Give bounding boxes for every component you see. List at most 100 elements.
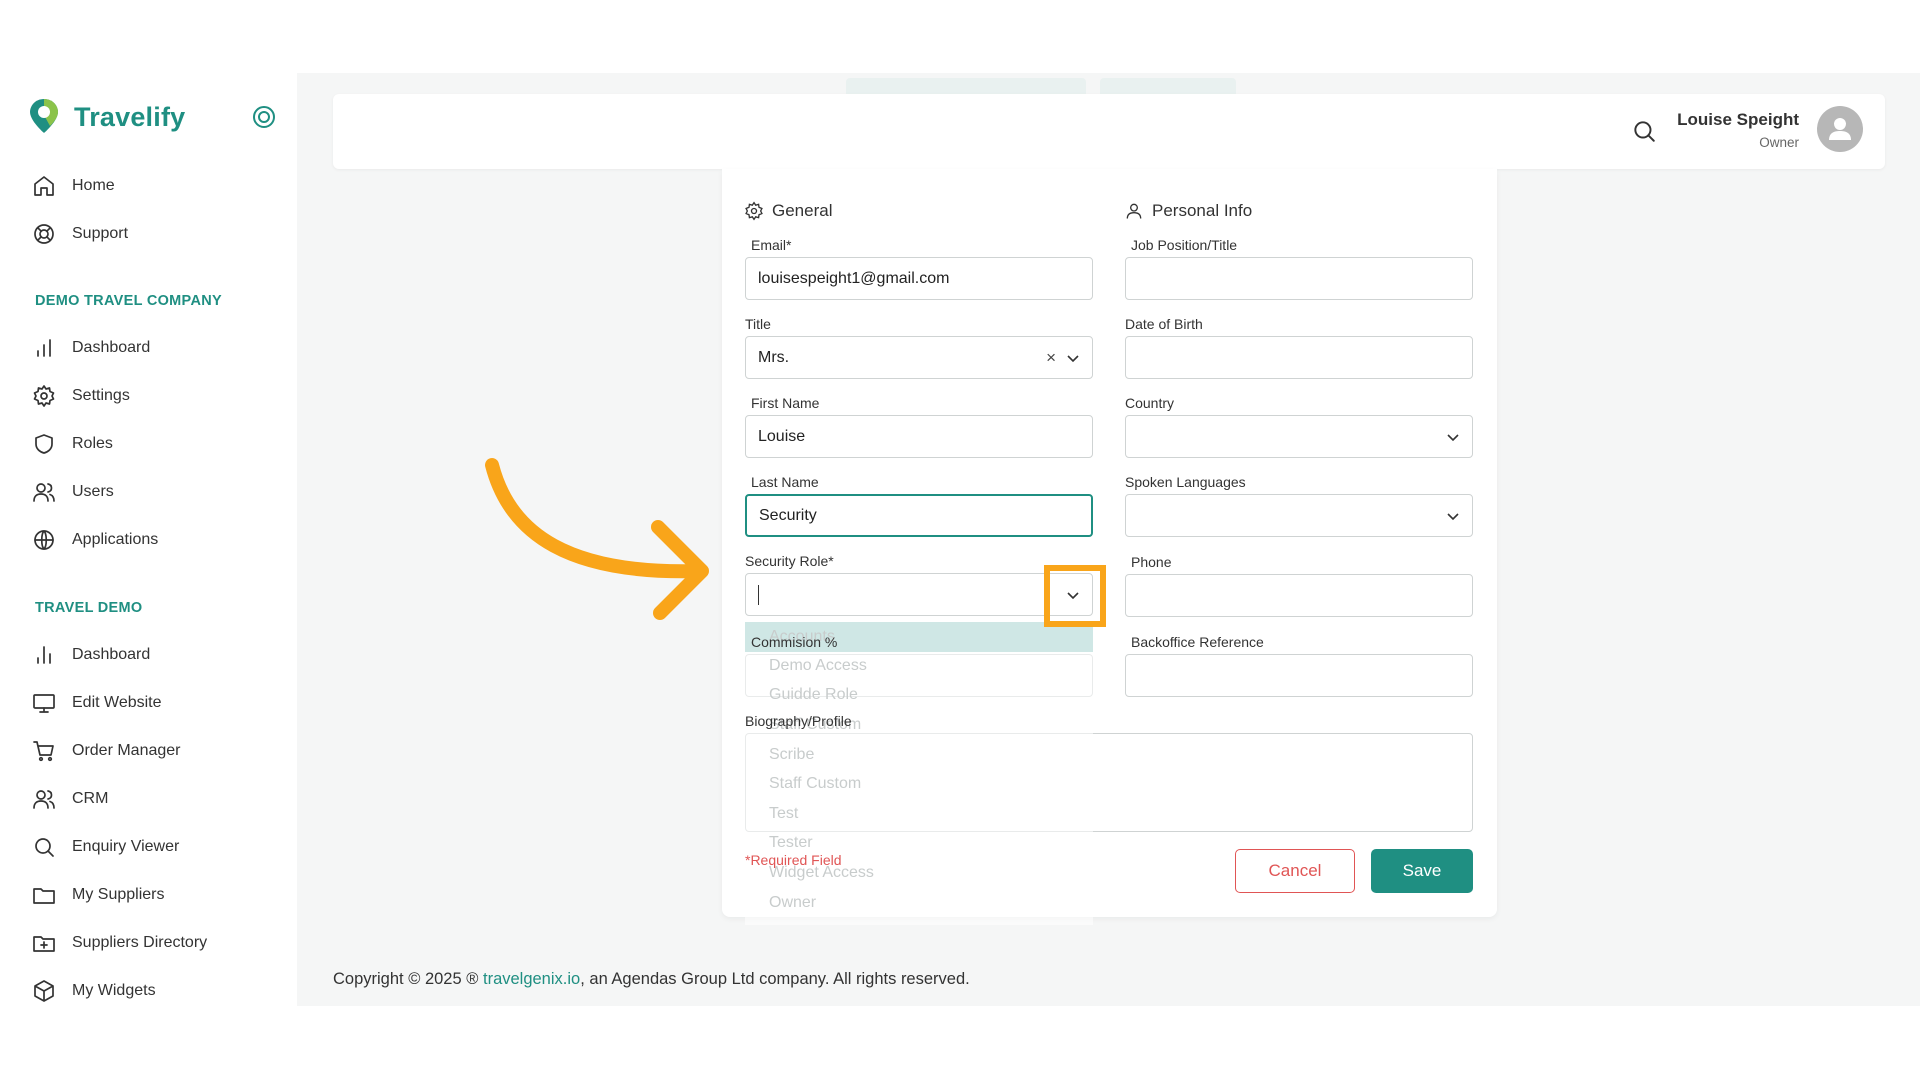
chevron-down-icon[interactable] [1446,430,1460,444]
dob-field[interactable] [1125,336,1473,379]
sidebar-item-label: Home [72,177,115,194]
cube-icon [34,980,54,1002]
sidebar-item-settings[interactable]: Settings [32,382,130,410]
sidebar-item-my-suppliers[interactable]: My Suppliers [32,881,164,909]
dropdown-option[interactable]: Tester [769,834,813,852]
user-name[interactable]: Louise Speight [1677,110,1799,130]
sidebar-item-label: CRM [72,790,109,807]
sidebar-item-crm[interactable]: CRM [32,785,108,813]
security-role-select[interactable] [745,573,1093,616]
sidebar-item-support[interactable]: Support [32,220,128,248]
footer: Copyright © 2025 ® travelgenix.io, an Ag… [333,970,970,989]
users-icon [33,790,55,809]
user-avatar-icon [1829,118,1851,140]
general-heading-label: General [772,201,833,220]
sidebar-item-label: Dashboard [72,646,151,663]
user-icon [1126,203,1142,219]
search-icon [35,838,54,857]
backoffice-label: Backoffice Reference [1131,634,1264,650]
sidebar-item-label: Enquiry Viewer [72,838,180,855]
sidebar-item-label: Users [72,483,114,500]
general-heading: General [744,201,832,221]
personal-info-heading: Personal Info [1124,201,1252,221]
sidebar-item-label: My Widgets [72,982,156,999]
first-name-label: First Name [751,395,820,411]
cart-icon [33,741,54,762]
email-value: louisespeight1@gmail.com [758,269,950,287]
sidebar-item-users[interactable]: Users [32,478,114,506]
title-select[interactable]: Mrs. × [745,336,1093,379]
backoffice-field[interactable] [1125,654,1473,697]
title-label: Title [745,316,771,332]
country-select[interactable] [1125,415,1473,458]
dropdown-option[interactable]: Guidde Role [769,686,858,704]
first-name-value: Louise [758,427,806,445]
dropdown-option[interactable]: Demo Access [769,657,867,675]
email-label: Email* [751,237,792,253]
dropdown-option[interactable]: Scribe [769,746,814,764]
globe-icon [34,530,54,550]
gear-icon [33,385,55,407]
sidebar-item-dashboard[interactable]: Dashboard [32,334,150,362]
dob-label: Date of Birth [1125,316,1203,332]
first-name-field[interactable]: Louise [745,415,1093,458]
users-icon [33,483,55,502]
brand[interactable]: Travelify [28,97,185,137]
footer-prefix: Copyright © 2025 ® [333,970,483,988]
sidebar-item-roles[interactable]: Roles [32,430,113,458]
sidebar-item-dashboard-2[interactable]: Dashboard [32,641,150,669]
folder-plus-icon [33,936,55,952]
phone-field[interactable] [1125,574,1473,617]
clear-icon[interactable]: × [1046,348,1056,368]
biography-label: Biography/Profile [745,713,852,729]
monitor-icon [33,694,55,713]
cancel-button[interactable]: Cancel [1235,849,1355,893]
email-field[interactable]: louisespeight1@gmail.com [745,257,1093,300]
phone-label: Phone [1131,554,1172,570]
top-bar: Louise Speight Owner [333,94,1885,169]
bar-chart-icon [37,646,51,664]
sidebar: Travelify Home Support DEMO TRAVEL COMPA… [0,73,297,1006]
chevron-down-icon[interactable] [1446,509,1460,523]
sidebar-item-edit-website[interactable]: Edit Website [32,689,162,717]
dropdown-option[interactable]: Test [769,805,798,823]
chevron-down-icon[interactable] [1066,351,1080,365]
last-name-field[interactable]: Security [745,494,1093,537]
section-title-travel-demo: TRAVEL DEMO [35,600,143,616]
avatar[interactable] [1817,106,1863,152]
lifebuoy-icon [34,224,54,244]
sidebar-item-my-widgets[interactable]: My Widgets [32,977,156,1005]
sidebar-item-label: Support [72,225,129,242]
sidebar-item-applications[interactable]: Applications [32,526,158,554]
sidebar-item-label: My Suppliers [72,886,165,903]
sidebar-item-suppliers-directory[interactable]: Suppliers Directory [32,929,207,957]
dropdown-option[interactable]: Staff Custom [769,775,861,793]
sidebar-item-enquiry-viewer[interactable]: Enquiry Viewer [32,833,179,861]
sidebar-item-label: Suppliers Directory [72,934,208,951]
text-cursor [758,584,759,605]
bar-chart-icon [37,339,51,357]
background-tab [846,78,1086,94]
background-tab [1100,78,1236,94]
sidebar-item-label: Applications [72,531,159,548]
sidebar-item-label: Order Manager [72,742,181,759]
sidebar-item-order-manager[interactable]: Order Manager [32,737,181,765]
commission-label: Commision % [751,634,838,650]
gear-icon [745,201,763,221]
required-field-note: *Required Field [745,852,842,868]
languages-select[interactable] [1125,494,1473,537]
dropdown-option[interactable]: Owner [769,894,816,912]
footer-suffix: , an Agendas Group Ltd company. All righ… [580,970,970,988]
job-position-field[interactable] [1125,257,1473,300]
sidebar-item-label: Settings [72,387,130,404]
sidebar-item-label: Roles [72,435,113,452]
sidebar-item-home[interactable]: Home [32,172,115,200]
personal-info-heading-label: Personal Info [1152,201,1253,220]
title-value: Mrs. [758,348,790,366]
save-button[interactable]: Save [1371,849,1473,893]
search-icon[interactable] [1631,118,1657,144]
collapse-sidebar-icon[interactable] [253,106,275,128]
footer-link[interactable]: travelgenix.io [483,970,580,988]
country-label: Country [1125,395,1175,411]
security-role-dropdown: Accounts Demo Access Guidde Role Staff C… [745,622,1093,925]
